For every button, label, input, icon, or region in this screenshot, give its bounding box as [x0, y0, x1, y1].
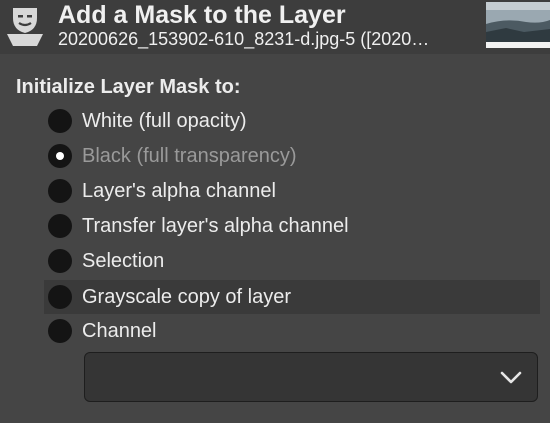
option-grayscale-copy[interactable]: Grayscale copy of layer: [44, 280, 540, 314]
radio-button[interactable]: [48, 285, 72, 309]
layer-mask-icon: [7, 8, 43, 46]
radio-button[interactable]: [48, 319, 72, 343]
option-label: Transfer layer's alpha channel: [82, 214, 349, 237]
layer-thumbnail: [486, 2, 550, 48]
option-black-full-transparency[interactable]: Black (full transparency): [44, 139, 540, 173]
option-layers-alpha-channel[interactable]: Layer's alpha channel: [44, 174, 540, 208]
chevron-down-icon[interactable]: [499, 367, 523, 387]
channel-select[interactable]: [84, 352, 538, 402]
initialize-mask-label: Initialize Layer Mask to:: [16, 76, 241, 98]
option-transfer-alpha-channel[interactable]: Transfer layer's alpha channel: [44, 209, 540, 243]
option-selection[interactable]: Selection: [44, 244, 540, 278]
radio-button-selected[interactable]: [48, 144, 72, 168]
radio-button[interactable]: [48, 109, 72, 133]
add-layer-mask-dialog: Add a Mask to the Layer 20200626_153902-…: [0, 0, 550, 423]
option-label: Black (full transparency): [82, 144, 297, 167]
option-label: Channel: [82, 319, 157, 342]
radio-button[interactable]: [48, 249, 72, 273]
option-white-full-opacity[interactable]: White (full opacity): [44, 104, 540, 138]
radio-button[interactable]: [48, 179, 72, 203]
option-label: Grayscale copy of layer: [82, 285, 291, 308]
dialog-header: Add a Mask to the Layer 20200626_153902-…: [0, 0, 550, 54]
dialog-title: Add a Mask to the Layer: [58, 1, 346, 29]
option-label: White (full opacity): [82, 109, 247, 132]
image-subtitle: 20200626_153902-610_8231-d.jpg-5 ([2020…: [58, 29, 430, 49]
option-channel[interactable]: Channel: [44, 314, 540, 348]
option-label: Selection: [82, 249, 165, 272]
option-label: Layer's alpha channel: [82, 179, 276, 202]
radio-button[interactable]: [48, 214, 72, 238]
